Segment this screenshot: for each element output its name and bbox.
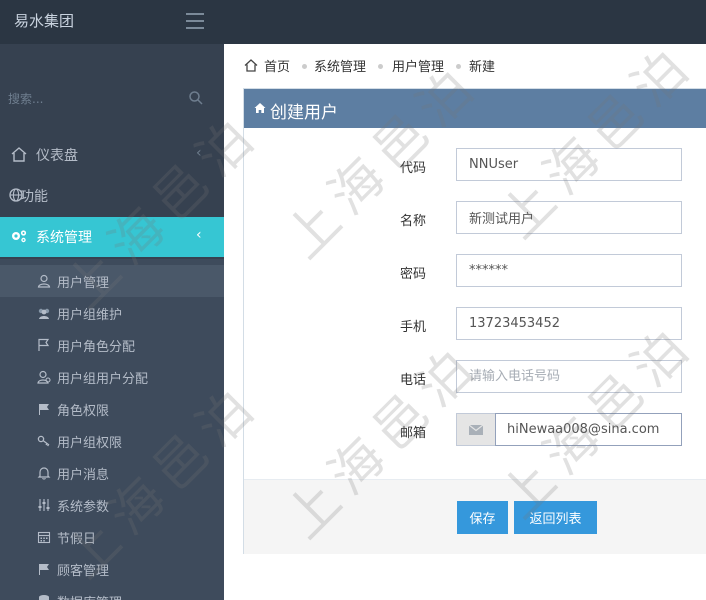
search-input[interactable] [8,88,178,110]
form-row-name: 名称 [244,201,706,235]
mobile-field[interactable] [456,307,682,340]
phone-label: 电话 [400,373,427,388]
sliders-icon [38,499,50,511]
sidebar-item-dashboard[interactable]: 仪表盘 ‹ [0,135,224,173]
breadcrumb-separator [456,64,461,69]
flag-filled-icon [39,404,49,415]
key-icon [37,435,50,447]
sidebar-item-functions[interactable]: 功能 [0,176,224,214]
sidebar-item-role-permissions[interactable]: 角色权限 [0,393,224,425]
top-bar-right [224,0,706,44]
sidebar-item-label: 用户消息 [57,468,110,483]
flag-filled-icon [39,564,49,575]
name-label: 名称 [400,214,427,229]
password-field[interactable] [456,254,682,287]
breadcrumb-users[interactable]: 用户管理 [392,56,444,75]
breadcrumb-system[interactable]: 系统管理 [314,56,366,75]
bell-icon [37,467,51,480]
save-button[interactable]: 保存 [457,501,508,534]
sidebar-item-user-groups[interactable]: 用户组维护 [0,297,224,329]
sidebar-item-customers[interactable]: 顾客管理 [0,553,224,585]
back-to-list-button[interactable]: 返回列表 [514,501,597,534]
email-field[interactable] [495,413,682,446]
home-icon[interactable] [244,59,258,72]
breadcrumb-current: 新建 [469,60,496,75]
calendar-icon [37,531,51,544]
sidebar-item-label: 用户组权限 [57,436,123,451]
gears-icon [12,230,27,243]
sidebar: 仪表盘 ‹ 功能 系统管理 ‹ 用户管理 用户组维护 用户角色分配 用户组用户分… [0,44,224,600]
code-field[interactable] [456,148,682,181]
sidebar-item-group-users[interactable]: 用户组用户分配 [0,361,224,393]
breadcrumb-separator [302,64,307,69]
brand-logo-text: 易水集团 [14,12,75,30]
breadcrumb-separator [378,64,383,69]
code-label: 代码 [400,161,427,176]
name-field[interactable] [456,201,682,234]
sidebar-item-label: 用户组维护 [57,308,123,323]
panel-header: 创建用户 [244,89,706,128]
sidebar-item-system-params[interactable]: 系统参数 [0,489,224,521]
search-icon[interactable] [188,90,204,106]
menu-toggle-icon[interactable] [186,13,204,29]
sidebar-item-label: 系统参数 [57,500,110,515]
sidebar-item-label: 节假日 [57,532,97,547]
sidebar-item-label: 角色权限 [57,404,110,419]
sidebar-item-label: 用户组用户分配 [57,372,149,387]
user-icon [37,274,51,288]
sidebar-item-system[interactable]: 系统管理 ‹ [0,217,224,257]
form-row-password: 密码 [244,254,706,288]
email-addon [456,413,495,446]
users-icon [38,308,50,319]
sidebar-item-label: 仪表盘 [36,148,78,164]
form-row-code: 代码 [244,148,706,182]
home-icon [254,103,266,113]
sidebar-item-label: 数据库管理 [57,592,122,600]
mobile-label: 手机 [400,320,427,335]
email-label: 邮箱 [400,426,427,441]
database-icon [39,595,49,600]
chevron-left-icon: ‹ [196,227,202,243]
sidebar-item-label: 用户管理 [57,276,110,291]
form-actions: 保存 返回列表 [244,479,706,554]
user-group-icon [37,370,51,384]
sidebar-item-group-permissions[interactable]: 用户组权限 [0,425,224,457]
password-label: 密码 [400,267,427,282]
form-row-mobile: 手机 [244,307,706,341]
sidebar-item-user-management[interactable]: 用户管理 [0,265,224,297]
sidebar-item-user-roles[interactable]: 用户角色分配 [0,329,224,361]
sidebar-item-label: 用户角色分配 [57,340,136,355]
sidebar-item-label: 系统管理 [36,230,92,246]
sidebar-item-label: 功能 [20,189,48,205]
create-user-panel: 创建用户 代码 名称 密码 手机 电话 邮箱 保存 返回列表 [243,88,706,554]
phone-field[interactable] [456,360,682,393]
envelope-icon [469,425,483,435]
chevron-left-icon: ‹ [196,145,202,161]
sidebar-item-label: 顾客管理 [57,564,110,579]
system-submenu: 用户管理 用户组维护 用户角色分配 用户组用户分配 角色权限 用户组权限 用户消… [0,259,224,600]
sidebar-item-user-messages[interactable]: 用户消息 [0,457,224,489]
sidebar-search [0,82,224,116]
sidebar-item-database[interactable]: 数据库管理 [0,585,224,600]
form-row-email: 邮箱 [244,413,706,447]
sidebar-item-holidays[interactable]: 节假日 [0,521,224,553]
top-bar: 易水集团 [0,0,706,44]
brand-area: 易水集团 [0,0,224,44]
home-icon [11,147,27,162]
flag-icon [38,338,50,351]
form-row-phone: 电话 [244,360,706,394]
breadcrumb-home[interactable]: 首页 [264,56,290,75]
panel-title: 创建用户 [270,103,338,123]
